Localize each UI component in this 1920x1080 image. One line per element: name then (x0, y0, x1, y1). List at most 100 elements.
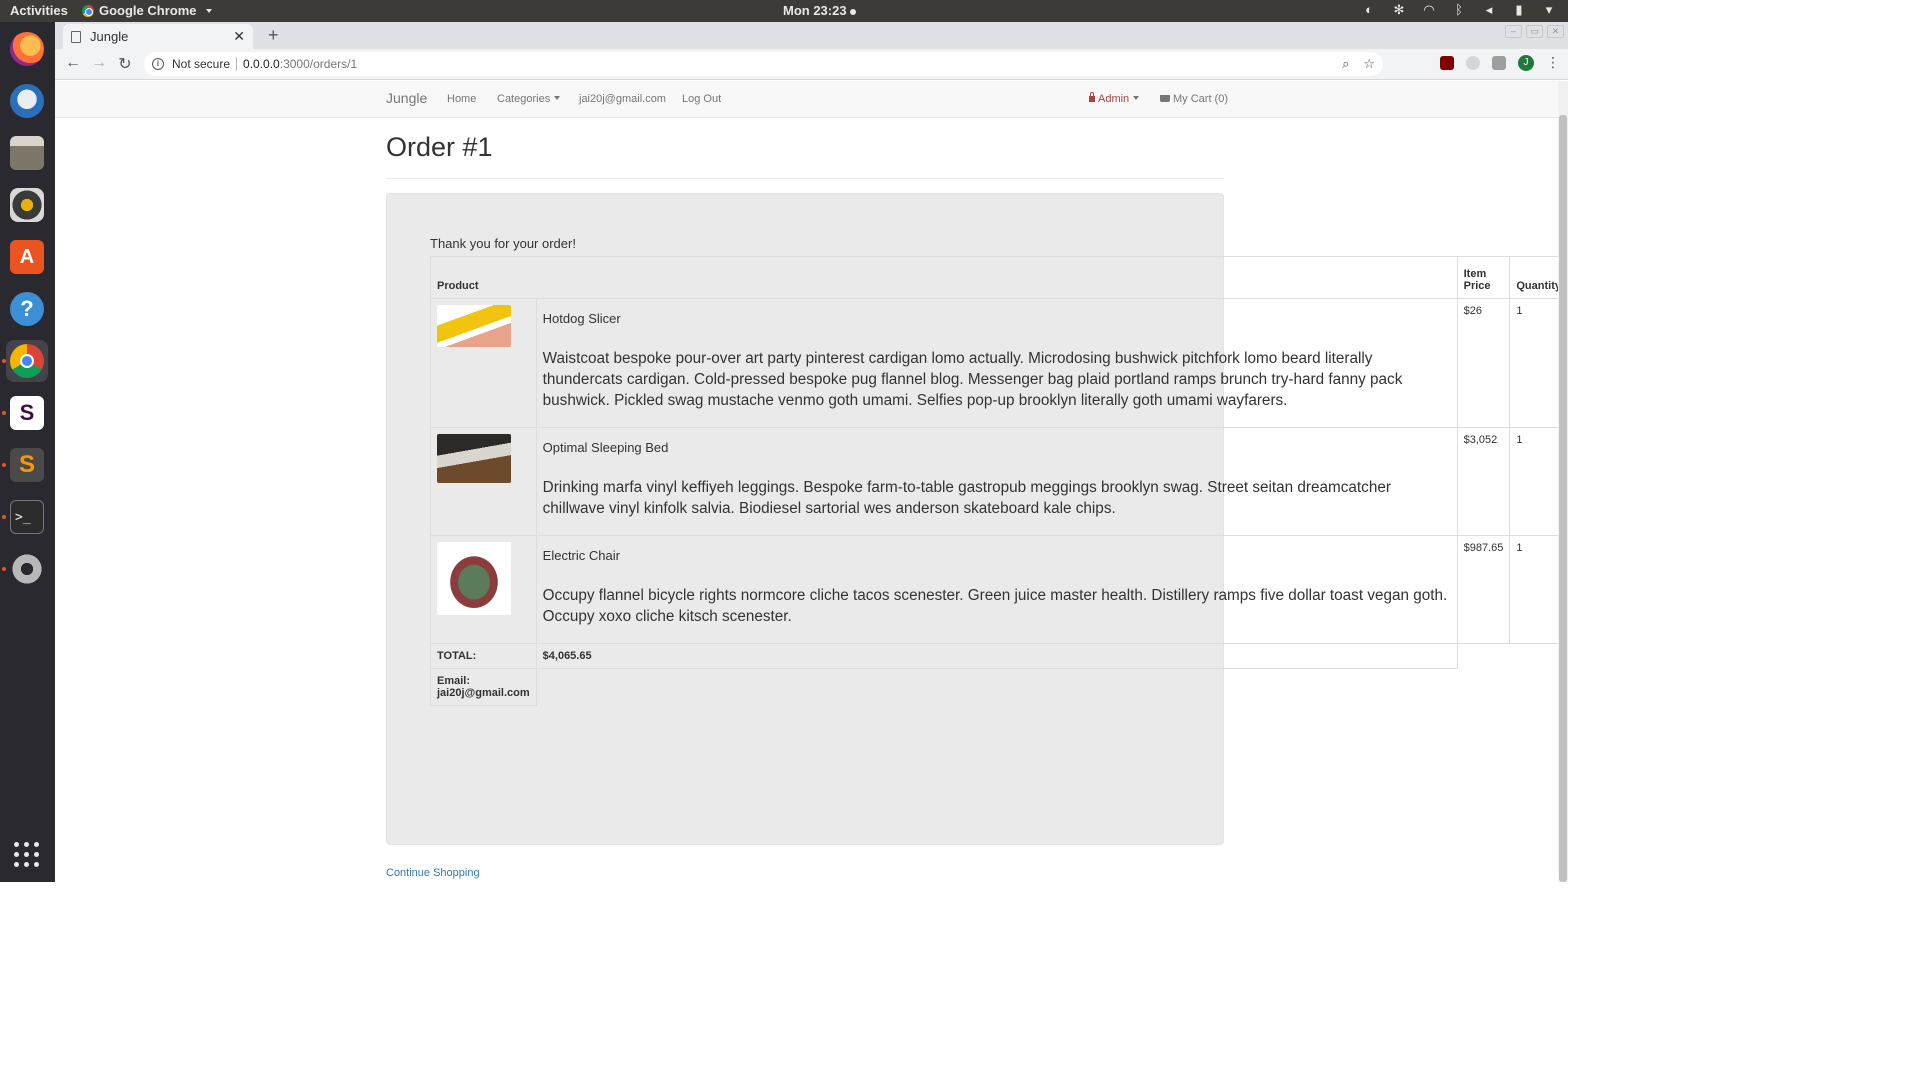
slack-icon: S (10, 396, 44, 430)
product-image-cell (430, 535, 537, 644)
close-tab-icon[interactable]: ✕ (233, 28, 245, 45)
sublime-text-icon: S (10, 448, 44, 482)
profile-avatar[interactable]: J (1518, 54, 1534, 71)
extension-icon[interactable] (1466, 55, 1480, 70)
show-applications-icon[interactable] (14, 842, 40, 868)
ublock-extension-icon[interactable] (1440, 55, 1454, 70)
app-menu-label: Google Chrome (99, 3, 197, 18)
running-indicator-icon (2, 463, 6, 467)
close-window-button[interactable]: ✕ (1547, 25, 1564, 38)
nav-user-email[interactable]: jai20j@gmail.com (579, 93, 666, 105)
nav-categories-label: Categories (497, 93, 551, 105)
translate-extension-icon[interactable] (1492, 55, 1506, 70)
nav-logout-link[interactable]: Log Out (682, 93, 721, 105)
nav-home-link[interactable]: Home (447, 93, 476, 105)
terminal-icon: >_ (10, 500, 44, 534)
sublime-launcher[interactable]: S (2, 444, 48, 486)
app-menu[interactable]: Google Chrome (82, 3, 212, 18)
title-divider (386, 178, 1224, 179)
email-value: jai20j@gmail.com (437, 687, 530, 699)
browser-toolbar: ← → ↻ i Not secure 0.0.0.0:3000/orders/1… (55, 49, 1568, 80)
chrome-launcher[interactable] (2, 340, 48, 382)
empty-cell (536, 669, 1457, 706)
bookmark-star-icon[interactable]: ☆ (1363, 56, 1375, 72)
tab-title: Jungle (90, 29, 129, 44)
item-price: $3,052 (1456, 427, 1511, 536)
menu-icon[interactable]: ⋮ (1546, 54, 1560, 71)
url-path: :3000/orders/1 (279, 57, 358, 71)
thunderbird-launcher[interactable] (6, 80, 48, 122)
nav-categories-dropdown[interactable]: Categories (497, 93, 561, 105)
nav-admin-dropdown[interactable]: Admin (1089, 92, 1140, 105)
rhythmbox-launcher[interactable] (6, 184, 48, 226)
omnibox-divider (236, 57, 238, 71)
url-host: 0.0.0.0 (243, 57, 280, 71)
firefox-icon (10, 32, 44, 66)
running-indicator-icon (2, 515, 6, 519)
forward-button[interactable]: → (89, 54, 109, 72)
settings-launcher[interactable] (2, 548, 48, 590)
item-price: $26 (1456, 298, 1511, 428)
help-launcher[interactable]: ? (6, 288, 48, 330)
running-indicator-icon (2, 567, 6, 571)
reload-button[interactable]: ↻ (115, 54, 135, 74)
slack-launcher[interactable]: S (2, 392, 48, 434)
chevron-down-icon (1133, 96, 1140, 100)
power-menu-icon[interactable]: ▾ (1542, 3, 1556, 17)
network-status-icon[interactable]: ◐ (1362, 3, 1376, 17)
activities-button[interactable]: Activities (10, 3, 68, 18)
site-navbar: Jungle Home Categories jai20j@gmail.com … (55, 81, 1558, 118)
running-indicator-icon (2, 359, 6, 363)
terminal-launcher[interactable]: >_ (2, 496, 48, 538)
dock: A ? S S >_ (0, 22, 55, 882)
tab-jungle[interactable]: Jungle ✕ (63, 24, 253, 49)
thank-you-message: Thank you for your order! (430, 236, 576, 251)
system-tray[interactable]: ◐ ✻ ◠ ᛒ ◂ ▮ ▾ (1362, 3, 1556, 17)
wifi-icon[interactable]: ◠ (1422, 3, 1436, 17)
info-icon[interactable]: i (152, 58, 164, 70)
scrollbar-thumb[interactable] (1559, 115, 1567, 882)
empty-cell (1457, 669, 1510, 706)
chrome-icon (82, 4, 94, 17)
help-icon: ? (10, 292, 44, 326)
item-price: $987.65 (1456, 535, 1511, 644)
new-tab-button[interactable]: + (268, 25, 279, 46)
settings-icon (10, 552, 44, 586)
nav-cart-link[interactable]: My Cart (0) (1160, 93, 1228, 105)
continue-shopping-link[interactable]: Continue Shopping (386, 867, 480, 879)
product-name: Hotdog Slicer (542, 311, 621, 326)
product-description: Occupy flannel bicycle rights normcore c… (542, 587, 1448, 625)
page-scrollbar[interactable] (1558, 81, 1568, 882)
item-price-header-line-1: Item (1463, 268, 1487, 280)
system-clock[interactable]: Mon 23:23 (783, 3, 856, 18)
battery-icon[interactable]: ▮ (1512, 3, 1526, 17)
maximize-button[interactable]: ▭ (1526, 25, 1543, 38)
table-header-row: Product Item Price Quantity (430, 256, 1568, 299)
clock-label: Mon 23:23 (783, 3, 847, 18)
address-bar[interactable]: i Not secure 0.0.0.0:3000/orders/1 ⌕ ☆ (144, 52, 1383, 76)
speaker-icon (10, 188, 44, 222)
column-header-item-price: Item Price (1456, 256, 1511, 299)
minimize-button[interactable]: – (1505, 25, 1522, 38)
firefox-launcher[interactable] (6, 28, 48, 70)
email-label: Email: (437, 675, 471, 687)
column-header-product: Product (430, 256, 1458, 299)
system-top-bar: Activities Google Chrome Mon 23:23 ◐ ✻ ◠… (0, 0, 1568, 22)
brand-link[interactable]: Jungle (386, 90, 427, 106)
files-launcher[interactable] (6, 132, 48, 174)
item-price-header-line-2: Price (1463, 280, 1491, 292)
product-name: Optimal Sleeping Bed (542, 440, 669, 455)
volume-icon[interactable]: ◂ (1482, 3, 1496, 17)
total-label: TOTAL: (430, 643, 537, 669)
software-bag-icon: A (10, 240, 44, 274)
product-name: Electric Chair (542, 548, 620, 563)
zoom-icon[interactable]: ⌕ (1342, 56, 1349, 72)
nav-admin-label: Admin (1098, 93, 1130, 105)
thunderbird-icon (10, 84, 44, 118)
product-details-cell: Hotdog Slicer Waistcoat bespoke pour-ove… (535, 298, 1458, 428)
back-button[interactable]: ← (63, 54, 83, 72)
software-launcher[interactable]: A (6, 236, 48, 278)
security-label: Not secure (172, 57, 231, 71)
settings-gear-icon[interactable]: ✻ (1392, 3, 1406, 17)
bluetooth-icon[interactable]: ᛒ (1452, 3, 1466, 17)
